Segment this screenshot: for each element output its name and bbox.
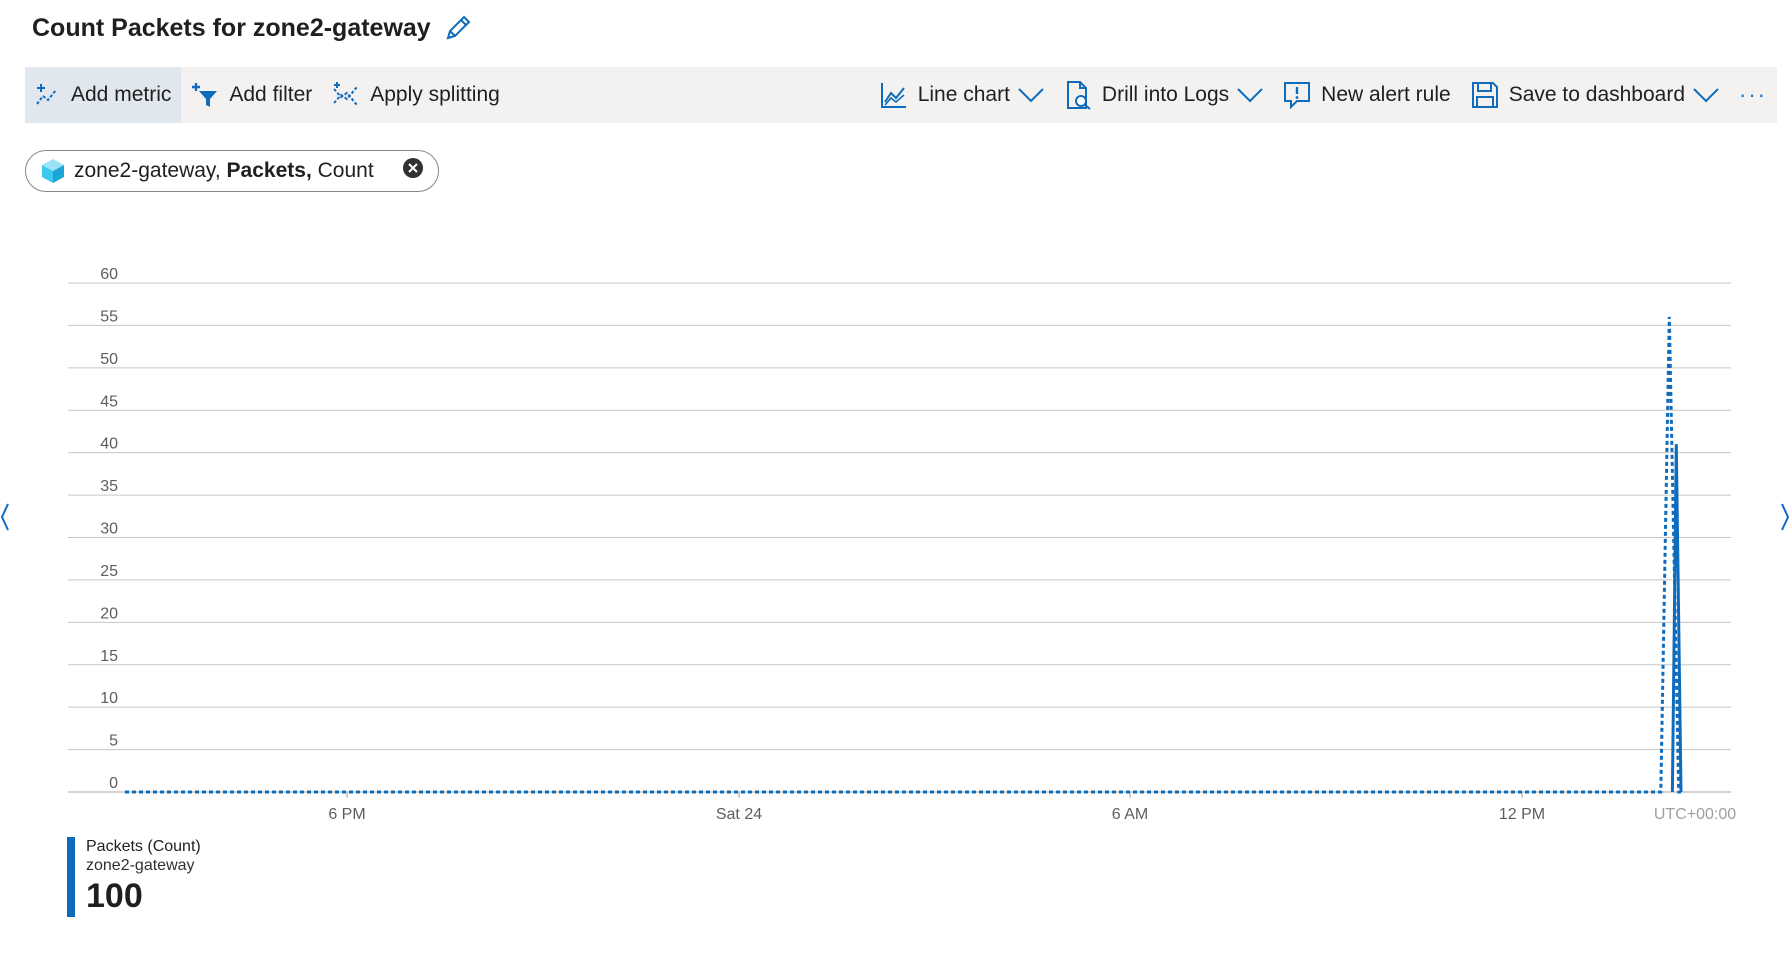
pill-resource: zone2-gateway, (74, 159, 221, 182)
y-axis-ticks: 0 5 10 15 20 25 30 35 40 45 50 55 60 (100, 266, 118, 792)
y-tick-label: 60 (100, 266, 118, 283)
chart-series (125, 316, 1683, 794)
metric-pill[interactable]: zone2-gateway, Packets, Count (25, 150, 439, 192)
legend-text: Packets (Count) zone2-gateway 100 (86, 837, 201, 917)
x-tick-label: Sat 24 (716, 806, 762, 823)
y-tick-label: 35 (100, 478, 118, 495)
add-filter-button[interactable]: Add filter (181, 67, 322, 123)
save-icon (1471, 82, 1498, 108)
y-tick-label: 10 (100, 690, 118, 707)
legend[interactable]: Packets (Count) zone2-gateway 100 (67, 837, 201, 917)
legend-subtitle: zone2-gateway (86, 857, 195, 874)
more-options-button[interactable]: ··· (1729, 67, 1777, 123)
filter-icon (192, 83, 218, 107)
add-metric-button[interactable]: Add metric (25, 67, 182, 123)
y-tick-label: 25 (100, 563, 118, 580)
pill-aggregation: Count (317, 159, 374, 182)
line-chart: 0 5 10 15 20 25 30 35 40 45 50 55 60 6 PM Sat 24 6 AM 1… (68, 266, 1736, 823)
legend-title: Packets (Count) (86, 838, 201, 855)
x-axis-ticks: 6 PM Sat 24 6 AM 12 PM UTC+00:00 (328, 792, 1736, 823)
y-tick-label: 15 (100, 648, 118, 665)
save-to-dashboard-dropdown[interactable]: Save to dashboard (1461, 67, 1729, 123)
y-tick-label: 45 (100, 393, 118, 410)
new-alert-rule-label: New alert rule (1321, 83, 1451, 106)
drill-into-logs-label: Drill into Logs (1101, 83, 1230, 106)
y-tick-label: 5 (109, 733, 118, 750)
add-metric-label: Add metric (71, 83, 172, 106)
legend-value: 100 (86, 877, 143, 915)
x-tick-label: 6 PM (328, 806, 365, 823)
title-row: Count Packets for zone2-gateway (32, 8, 473, 48)
y-tick-label: 0 (109, 775, 118, 792)
pencil-icon[interactable] (443, 13, 473, 43)
apply-splitting-label: Apply splitting (370, 83, 500, 106)
line-chart-icon (880, 83, 906, 108)
drill-into-logs-dropdown[interactable]: Drill into Logs (1054, 67, 1273, 123)
line-chart-label: Line chart (917, 83, 1010, 106)
pill-metric: Packets, (226, 159, 312, 182)
splitting-icon (333, 82, 359, 106)
apply-splitting-button[interactable]: Apply splitting (322, 67, 510, 123)
y-tick-label: 55 (100, 308, 118, 325)
new-alert-rule-button[interactable]: New alert rule (1273, 67, 1461, 123)
y-tick-label: 40 (100, 436, 118, 453)
x-tick-label: 12 PM (1499, 806, 1545, 823)
y-tick-label: 50 (100, 351, 118, 368)
resource-cube-icon (42, 159, 64, 183)
add-filter-label: Add filter (229, 83, 313, 106)
add-metric-icon (36, 84, 57, 105)
page-title: Count Packets for zone2-gateway (32, 13, 431, 42)
toolbar: Add metric Add filter Apply splitting Li… (25, 67, 1777, 123)
close-icon[interactable] (402, 157, 424, 185)
logs-icon (1066, 81, 1091, 110)
x-tick-label: 6 AM (1112, 806, 1148, 823)
series-line-dashed (125, 316, 1681, 794)
chart-grid (68, 282, 1731, 793)
more-icon: ··· (1739, 82, 1767, 107)
line-chart-dropdown[interactable]: Line chart (870, 67, 1054, 123)
y-tick-label: 30 (100, 521, 118, 538)
alert-icon (1284, 82, 1311, 109)
chevron-down-icon (1693, 88, 1719, 103)
save-to-dashboard-label: Save to dashboard (1508, 83, 1686, 106)
chevron-down-icon (1237, 88, 1263, 103)
timezone-label: UTC+00:00 (1654, 806, 1736, 823)
legend-color-bar (67, 837, 75, 917)
chevron-down-icon (1018, 88, 1044, 103)
y-tick-label: 20 (100, 605, 118, 622)
